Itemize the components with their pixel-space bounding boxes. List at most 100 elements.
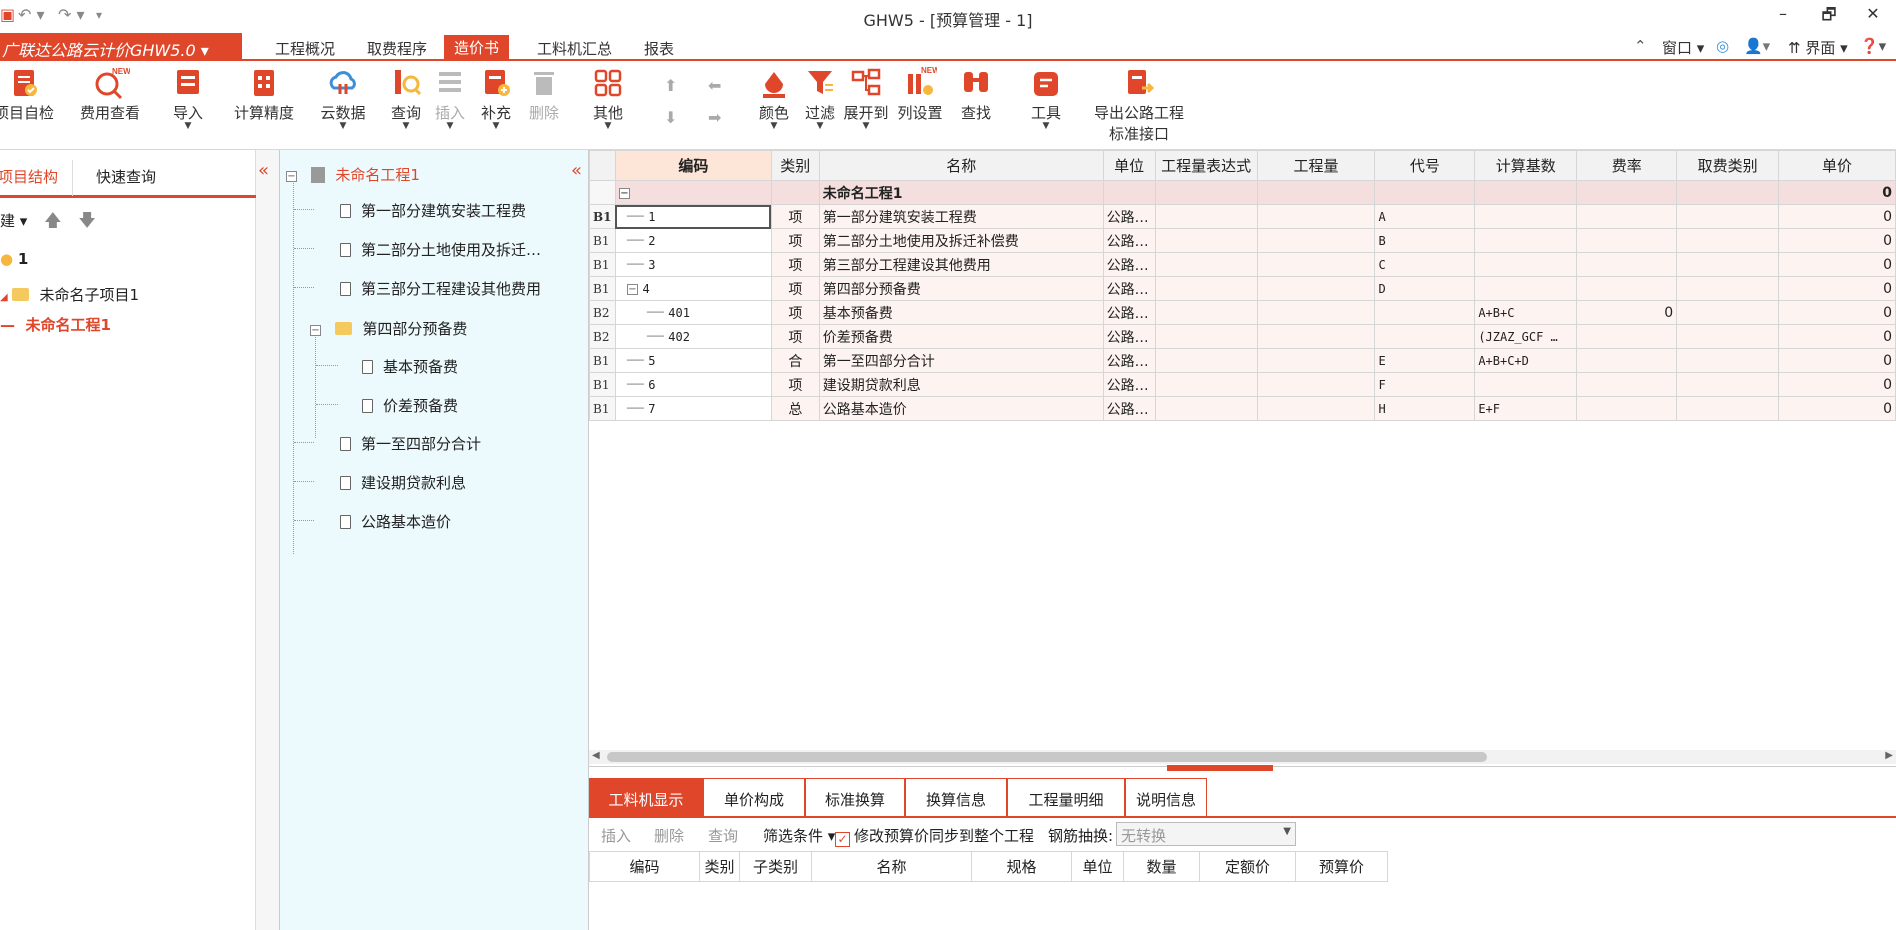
collapse-toggle[interactable]: − [626,283,638,295]
tree-item[interactable]: 基本预备费 [362,356,458,377]
collapse-toggle[interactable]: − [286,171,297,182]
move-left-icon[interactable]: ⬅ [708,76,721,95]
table-row[interactable]: B1 ── 5 合第一至四部分合计 公路… E A+B+C+D 0 [589,348,1896,373]
move-down-icon[interactable]: ⬇ [664,108,677,127]
query-dropdown-icon[interactable]: ▼ [386,121,426,131]
fee-view-button[interactable]: NEW 费用查看 [78,66,142,123]
cell-base[interactable] [1474,228,1578,253]
table-row[interactable]: B1 ── 2 项第二部分土地使用及拆迁补偿费 公路… B 0 [589,228,1896,253]
cell-fee-type[interactable] [1676,372,1780,397]
filter-button[interactable]: 过滤 ▼ [800,66,840,131]
cell-quantity[interactable] [1256,300,1376,325]
sync-price-checkbox[interactable]: ✓ [835,832,850,847]
tab-material-summary[interactable]: 工料机汇总 [527,36,622,60]
table-row[interactable]: B2 ── 401 项基本预备费 公路… A+B+C 0 0 [589,300,1896,325]
interface-menu[interactable]: ⇈ 界面 ▾ [1788,37,1848,58]
table-row[interactable]: B1 ── 1 项第一部分建筑安装工程费 公路… A 0 [589,204,1896,229]
cloud-data-button[interactable]: 云数据 ▼ [318,66,368,131]
help-icon[interactable]: ❓▾ [1860,37,1886,55]
move-up-arrow-icon[interactable]: 🡅 [44,211,61,231]
column-header[interactable]: 子类别 [739,851,812,882]
cell-quantity-expr[interactable] [1154,204,1258,229]
sync-price-option[interactable]: ✓ 修改预算价同步到整个工程 [835,825,1034,847]
cell-code[interactable]: ── 401 [614,300,772,325]
cell-base[interactable] [1474,180,1578,205]
cell-rate[interactable] [1576,396,1678,421]
collapse-toggle[interactable]: − [618,187,630,199]
cell-alias[interactable] [1374,300,1476,325]
cell-fee-type[interactable] [1676,396,1780,421]
cell-base[interactable]: A+B+C+D [1474,348,1578,373]
column-header[interactable]: 名称 [818,150,1104,181]
tree-root-node[interactable]: − 未命名工程1 [286,164,420,185]
cell-name[interactable]: 公路基本造价 [818,396,1104,421]
cell-code[interactable]: − 4 [614,276,772,301]
column-header[interactable]: 单位 [1102,150,1156,181]
cell-code[interactable]: ── 2 [614,228,772,253]
column-header[interactable]: 计算基数 [1474,150,1578,181]
cell-fee-type[interactable] [1676,228,1780,253]
cell-rate[interactable] [1576,324,1678,349]
expand-arrow-icon[interactable]: ◢ [0,292,8,303]
column-header[interactable]: 编码 [589,851,700,882]
cell-unit[interactable]: 公路… [1102,228,1156,253]
cell-price[interactable]: 0 [1778,348,1896,373]
supplement-dropdown-icon[interactable]: ▼ [476,121,516,131]
tab-conversion-info[interactable]: 换算信息 [905,778,1007,816]
tab-standard-conversion[interactable]: 标准换算 [805,778,905,816]
close-button[interactable]: ✕ [1858,4,1888,23]
cell-rate[interactable]: 0 [1576,300,1678,325]
cell-name[interactable]: 第一部分建筑安装工程费 [818,204,1104,229]
scroll-left-icon[interactable]: ◀ [592,750,600,761]
cell-price[interactable]: 0 [1778,180,1896,205]
cell-quantity[interactable] [1256,324,1376,349]
cell-quantity[interactable] [1256,396,1376,421]
tab-cost-book[interactable]: 造价书 [444,35,510,60]
cell-code[interactable]: ── 7 [614,396,772,421]
window-menu[interactable]: 窗口 ▾ [1662,37,1704,58]
table-row[interactable]: B1 ── 6 项建设期贷款利息 公路… F 0 [589,372,1896,397]
tab-reports[interactable]: 报表 [634,36,684,60]
cell-fee-type[interactable] [1676,204,1780,229]
cell-fee-type[interactable] [1676,252,1780,277]
cell-quantity-expr[interactable] [1154,396,1258,421]
color-dropdown-icon[interactable]: ▼ [754,121,794,131]
move-up-icon[interactable]: ⬆ [664,76,677,95]
cell-unit[interactable]: 公路… [1102,348,1156,373]
cell-alias[interactable]: F [1374,372,1476,397]
cell-price[interactable]: 0 [1778,300,1896,325]
move-down-arrow-icon[interactable]: 🡇 [78,211,95,231]
tools-button[interactable]: 工具 ▼ [1026,66,1066,131]
color-button[interactable]: 颜色 ▼ [754,66,794,131]
cell-name[interactable]: 未命名工程1 [818,180,1104,205]
tab-quick-query[interactable]: 快速查询 [96,166,156,187]
chevron-down-icon[interactable]: ▼ [1283,826,1291,837]
expand-to-button[interactable]: 展开到 ▼ [842,66,890,131]
cell-alias[interactable] [1374,324,1476,349]
cell-unit[interactable]: 公路… [1102,372,1156,397]
cell-base[interactable] [1474,204,1578,229]
cell-quantity[interactable] [1256,180,1376,205]
restore-button[interactable]: 🗗 [1814,4,1844,31]
cell-name[interactable]: 第一至四部分合计 [818,348,1104,373]
project-check-button[interactable]: 项目自检 [0,66,56,123]
import-button[interactable]: 导入 ▼ [168,66,208,131]
cell-name[interactable]: 价差预备费 [818,324,1104,349]
cell-type[interactable] [770,180,820,205]
tab-project-overview[interactable]: 工程概况 [265,36,345,60]
cell-unit[interactable]: 公路… [1102,300,1156,325]
cell-unit[interactable] [1102,180,1156,205]
cell-type[interactable]: 合 [770,348,820,373]
cell-rate[interactable] [1576,204,1678,229]
cell-name[interactable]: 第二部分土地使用及拆迁补偿费 [818,228,1104,253]
support-icon[interactable]: ◎ [1716,37,1729,55]
cell-fee-type[interactable] [1676,276,1780,301]
cell-base[interactable] [1474,372,1578,397]
column-header[interactable]: 类别 [770,150,820,181]
cell-unit[interactable]: 公路… [1102,276,1156,301]
filter-conditions-dropdown[interactable]: 筛选条件 ▾ [763,825,835,846]
cell-alias[interactable]: E [1374,348,1476,373]
cell-alias[interactable]: D [1374,276,1476,301]
cell-alias[interactable]: H [1374,396,1476,421]
filter-dropdown-icon[interactable]: ▼ [800,121,840,131]
